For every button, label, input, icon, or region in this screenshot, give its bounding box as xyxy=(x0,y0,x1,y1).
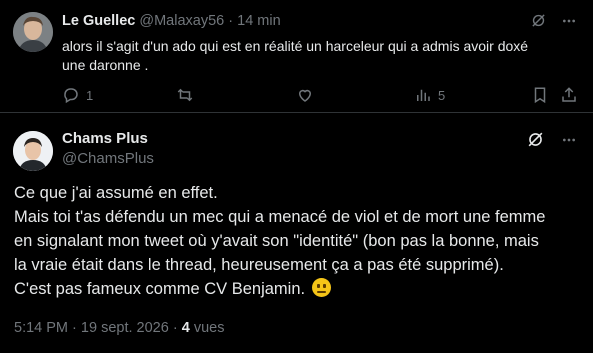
reply-actions: 1 5 xyxy=(62,86,593,106)
bookmark-icon xyxy=(531,86,549,104)
views-label: vues xyxy=(193,320,225,336)
main-author-name[interactable]: Chams Plus xyxy=(62,130,148,147)
like-button[interactable] xyxy=(296,86,314,104)
reply-text: alors il s'agit d'un ado qui est en réal… xyxy=(62,38,529,73)
main-top-icons xyxy=(526,130,577,149)
tweet-line: Ce que j'ai assumé en effet. xyxy=(14,184,218,202)
retweet-button[interactable] xyxy=(176,86,194,104)
reply-avatar[interactable] xyxy=(13,12,53,52)
meta-separator: · xyxy=(172,320,178,336)
grok-icon[interactable] xyxy=(530,12,547,29)
share-button[interactable] xyxy=(560,86,578,104)
reply-handle[interactable]: @Malaxay56 xyxy=(139,13,224,29)
tweet-line-text: C'est pas fameux comme CV Benjamin. xyxy=(14,280,306,298)
reply-icon xyxy=(62,86,80,104)
reply-button[interactable]: 1 xyxy=(62,86,93,104)
tweet-date[interactable]: 19 sept. 2026 xyxy=(81,320,169,336)
meta-separator: · xyxy=(72,320,77,336)
views-count: 4 xyxy=(181,320,190,336)
reply-author-name[interactable]: Le Guellec xyxy=(62,13,135,29)
main-tweet-text: Ce que j'ai assumé en effet. Mais toi t'… xyxy=(14,181,584,301)
neutral-face-emoji xyxy=(311,278,331,297)
reply-top-icons xyxy=(530,12,577,29)
share-icon xyxy=(560,86,578,104)
tweet-line: en signalant mon tweet où y'avait son "i… xyxy=(14,232,539,250)
views-count: 5 xyxy=(438,87,446,103)
reply-count: 1 xyxy=(86,87,94,103)
main-handle[interactable]: @ChamsPlus xyxy=(62,150,154,167)
reply-tweet[interactable]: Le Guellec @Malaxay56 · 14 min alors il … xyxy=(0,0,593,113)
more-icon[interactable] xyxy=(561,13,577,29)
reply-separator: · xyxy=(228,13,234,29)
tweet-time[interactable]: 5:14 PM xyxy=(14,320,68,336)
tweet-meta: 5:14 PM · 19 sept. 2026 · 4 vues xyxy=(14,320,224,336)
retweet-icon xyxy=(176,86,194,104)
bookmark-button[interactable] xyxy=(531,86,549,104)
reply-time[interactable]: 14 min xyxy=(237,13,281,29)
tweet-line-last: C'est pas fameux comme CV Benjamin. xyxy=(14,277,584,301)
grok-icon[interactable] xyxy=(526,130,545,149)
reply-header: Le Guellec @Malaxay56 · 14 min xyxy=(62,13,281,29)
more-icon[interactable] xyxy=(561,132,577,148)
like-icon xyxy=(296,86,314,104)
views-icon xyxy=(414,86,432,104)
tweet-line: la vraie était dans le thread, heureusem… xyxy=(14,256,504,274)
main-avatar[interactable] xyxy=(13,131,53,171)
tweet-line: Mais toi t'as défendu un mec qui a menac… xyxy=(14,208,546,226)
views-button[interactable]: 5 xyxy=(414,86,445,104)
